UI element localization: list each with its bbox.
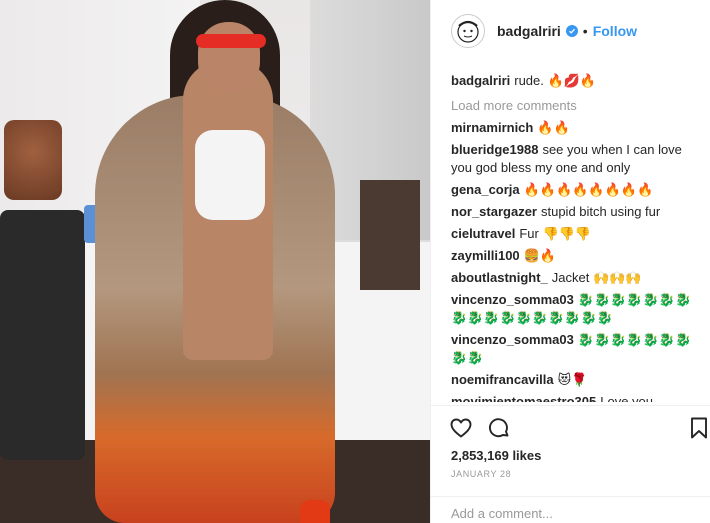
comment-text: stupid bitch using fur: [540, 204, 661, 219]
avatar-drawing-icon: [457, 20, 479, 43]
post-photo[interactable]: [0, 0, 430, 523]
comment-username[interactable]: mirnamirnich: [451, 120, 533, 135]
likes-count[interactable]: 2,853,169 likes: [451, 448, 541, 463]
caption-username[interactable]: badgalriri: [451, 73, 510, 88]
post-username[interactable]: badgalriri: [497, 23, 561, 39]
comment-item: vincenzo_somma03 🐉🐉🐉🐉🐉🐉🐉🐉🐉: [451, 331, 706, 367]
comment-item: nor_stargazer stupid bitch using fur: [451, 203, 706, 221]
comment-username[interactable]: gena_corja: [451, 182, 520, 197]
comments-list[interactable]: badgalriri rude. 🔥💋🔥 Load more comments m…: [451, 72, 706, 402]
post-header: badgalriri • Follow: [431, 0, 710, 62]
follow-button[interactable]: Follow: [593, 23, 637, 39]
caption-text: rude. 🔥💋🔥: [514, 73, 597, 88]
comment-username[interactable]: blueridge1988: [451, 142, 538, 157]
photo-chair-right: [360, 180, 420, 290]
comment-text: Jacket 🙌🙌🙌: [551, 270, 642, 285]
comment-username[interactable]: noemifrancavilla: [451, 372, 554, 387]
comment-username[interactable]: cielutravel: [451, 226, 515, 241]
caption: badgalriri rude. 🔥💋🔥: [451, 72, 706, 90]
comment-item: vincenzo_somma03 🐉🐉🐉🐉🐉🐉🐉🐉🐉🐉🐉🐉🐉🐉🐉🐉🐉: [451, 291, 706, 327]
add-comment-area: [431, 496, 710, 523]
comment-item: mirnamirnich 🔥🔥: [451, 119, 706, 137]
photo-corset: [195, 130, 265, 220]
photo-sunglasses: [196, 34, 266, 48]
comment-item: cielutravel Fur 👎👎👎: [451, 225, 706, 243]
comment-username[interactable]: nor_stargazer: [451, 204, 537, 219]
comment-item: aboutlastnight_ Jacket 🙌🙌🙌: [451, 269, 706, 287]
comment-text: 🔥🔥: [537, 120, 570, 135]
photo-fur-object: [4, 120, 62, 200]
comment-text: Love you: [600, 394, 653, 402]
bookmark-icon[interactable]: [689, 416, 709, 440]
post-details-panel: badgalriri • Follow badgalriri rude. 🔥💋🔥 …: [430, 0, 710, 523]
post-actions: 2,853,169 likes JANUARY 28: [431, 405, 710, 523]
photo-chair-left: [0, 210, 85, 460]
comment-item: blueridge1988 see you when I can love you…: [451, 141, 706, 177]
comment-icon[interactable]: [487, 416, 511, 440]
comment-text: Fur 👎👎👎: [519, 226, 591, 241]
heart-icon[interactable]: [449, 416, 473, 440]
avatar[interactable]: [451, 14, 485, 48]
post-date: JANUARY 28: [451, 469, 512, 479]
comment-item: gena_corja 🔥🔥🔥🔥🔥🔥🔥🔥: [451, 181, 706, 199]
comment-username[interactable]: vincenzo_somma03: [451, 332, 574, 347]
add-comment-input[interactable]: [451, 505, 681, 521]
comment-text: 🍔🔥: [523, 248, 557, 263]
comment-username[interactable]: movimientomaestro305: [451, 394, 596, 402]
comment-text: 😻🌹: [557, 372, 588, 387]
comment-username[interactable]: zaymilli100: [451, 248, 520, 263]
photo-face: [198, 22, 260, 92]
load-more-comments-button[interactable]: Load more comments: [451, 97, 706, 115]
separator-dot: •: [582, 23, 588, 39]
photo-boot: [300, 500, 330, 523]
comment-username[interactable]: aboutlastnight_: [451, 270, 548, 285]
comment-item: movimientomaestro305 Love you: [451, 393, 706, 402]
comment-item: zaymilli100 🍔🔥: [451, 247, 706, 265]
comment-username[interactable]: vincenzo_somma03: [451, 292, 574, 307]
comment-text: 🔥🔥🔥🔥🔥🔥🔥🔥: [523, 182, 654, 197]
comment-item: noemifrancavilla 😻🌹: [451, 371, 706, 389]
verified-badge-icon: [565, 25, 578, 37]
